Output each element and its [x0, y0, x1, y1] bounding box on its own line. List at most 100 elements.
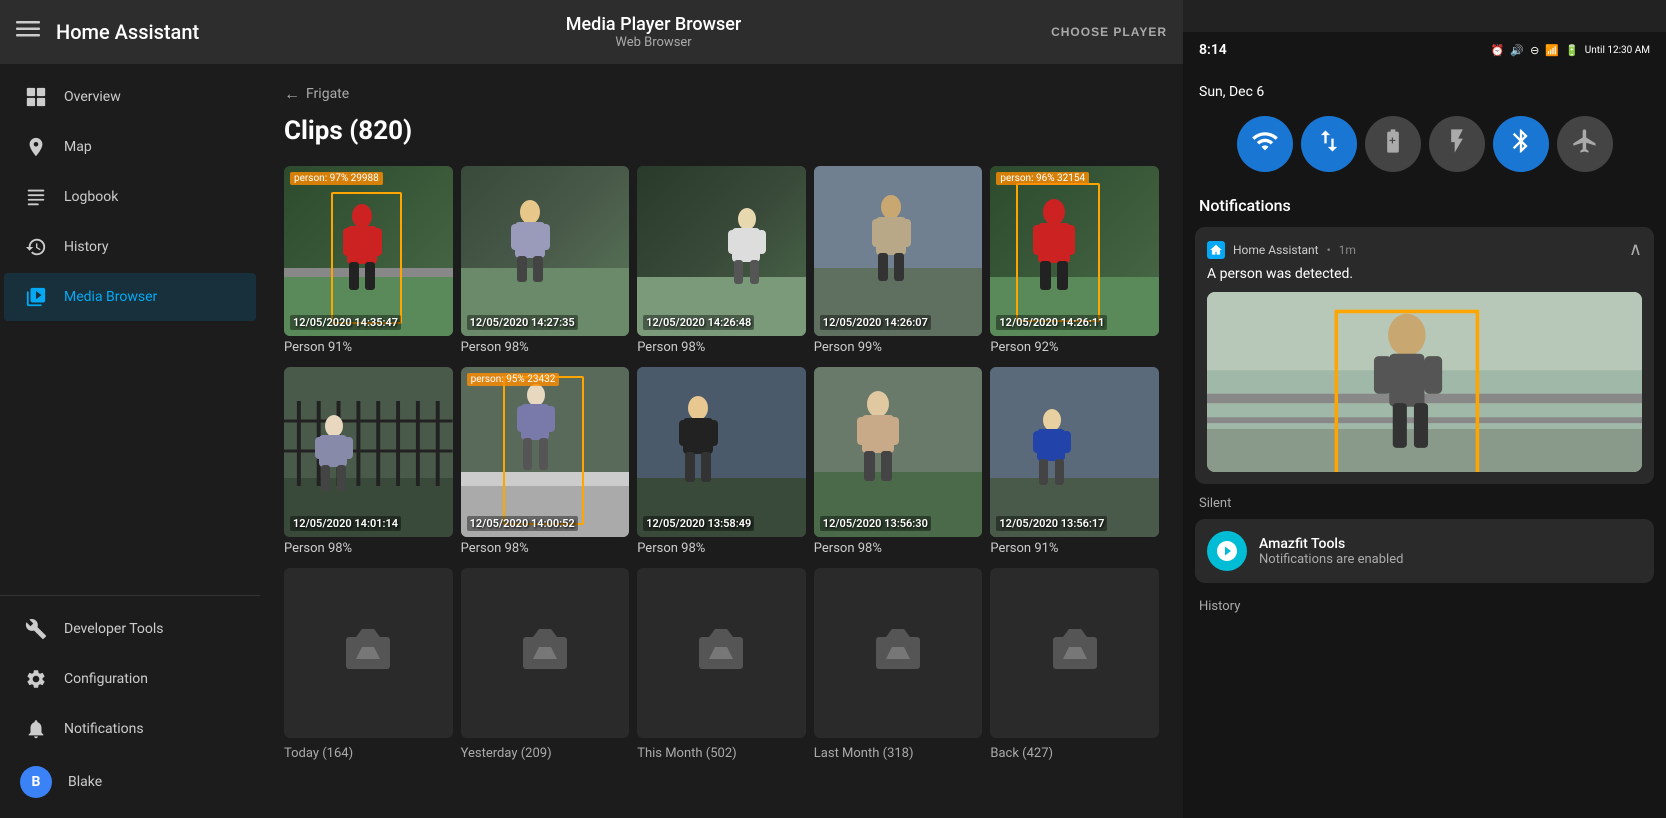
airplane-tile[interactable] — [1557, 116, 1613, 172]
page-subtitle: Web Browser — [615, 35, 691, 50]
sidebar-item-overview[interactable]: Overview — [4, 73, 256, 121]
flashlight-tile[interactable] — [1429, 116, 1485, 172]
ha-notification[interactable]: Home Assistant • 1m ∧ A person was detec… — [1195, 227, 1654, 484]
clip-item[interactable]: 12/05/2020 13:56:17 Person 91% — [990, 367, 1159, 556]
app-title: Home Assistant — [56, 20, 256, 44]
sidebar-divider — [0, 595, 260, 596]
clip-item[interactable]: 12/05/2020 13:58:49 Person 98% — [637, 367, 806, 556]
clip-thumbnail: 12/05/2020 14:26:07 — [814, 166, 983, 336]
amazfit-icon — [1207, 531, 1247, 571]
sidebar-item-logbook[interactable]: Logbook — [4, 173, 256, 221]
user-item[interactable]: B Blake — [0, 754, 260, 810]
data-tile[interactable] — [1301, 116, 1357, 172]
amazfit-subtitle: Notifications are enabled — [1259, 552, 1403, 567]
expand-icon[interactable]: ∧ — [1629, 239, 1642, 260]
clip-thumbnail: person: 96% 32154 12/05/2020 14:26:11 — [990, 166, 1159, 336]
gear-icon — [24, 667, 48, 691]
ha-app-icon — [1207, 241, 1225, 259]
clip-item[interactable]: 12/05/2020 13:56:30 Person 98% — [814, 367, 983, 556]
sidebar-item-label: Overview — [64, 89, 121, 105]
clip-label: Person 99% — [814, 340, 983, 355]
notifications-header: Notifications — [1183, 188, 1666, 223]
shade-date: Sun, Dec 6 — [1199, 84, 1264, 100]
ha-notif-image — [1207, 292, 1642, 472]
battery-saver-tile[interactable] — [1365, 116, 1421, 172]
amazfit-title: Amazfit Tools — [1259, 536, 1403, 552]
clip-label: Person 91% — [284, 340, 453, 355]
media-icon — [24, 285, 48, 309]
clip-timestamp: 12/05/2020 14:26:07 — [820, 315, 931, 330]
clips-row-1: person: 97% 29988 12/05/2020 14:35:47 Pe… — [284, 166, 1159, 355]
detection-badge: person: 95% 23432 — [467, 373, 560, 386]
notification-shade: 8:14 ⏰ 🔊 ⊖ 📶 🔋 Until 12:30 AM Sun, Dec 6 — [1183, 0, 1666, 818]
page-header-center: Media Player Browser Web Browser — [256, 14, 1051, 50]
folder-item[interactable]: Today (164) — [284, 568, 453, 761]
bluetooth-tile[interactable] — [1493, 116, 1549, 172]
choose-player-button[interactable]: CHOOSE PLAYER — [1051, 25, 1167, 39]
ha-panel: Home Assistant Media Player Browser Web … — [0, 0, 1183, 818]
sidebar-item-map[interactable]: Map — [4, 123, 256, 171]
sidebar: Overview Map — [0, 64, 260, 818]
clip-timestamp: 12/05/2020 13:56:30 — [820, 516, 931, 531]
folder-label: Back (427) — [990, 746, 1159, 761]
clip-label: Person 98% — [814, 541, 983, 556]
sidebar-item-developer-tools[interactable]: Developer Tools — [4, 605, 256, 653]
clip-item[interactable]: 12/05/2020 14:26:07 Person 99% — [814, 166, 983, 355]
clip-item[interactable]: person: 95% 23432 12/05/2020 14:00:52 Pe… — [461, 367, 630, 556]
breadcrumb-text: Frigate — [306, 86, 349, 102]
battery-icon: 🔋 — [1565, 44, 1579, 57]
status-time: 8:14 — [1199, 42, 1227, 58]
clip-thumbnail: 12/05/2020 14:01:14 — [284, 367, 453, 537]
detection-badge: person: 97% 29988 — [290, 172, 383, 185]
ha-app-name: Home Assistant — [1233, 243, 1319, 257]
menu-icon[interactable] — [16, 17, 40, 47]
ha-notif-time: 1m — [1339, 243, 1356, 257]
breadcrumb[interactable]: ← Frigate — [284, 84, 1159, 104]
folder-item[interactable]: Yesterday (209) — [461, 568, 630, 761]
history-label: History — [1183, 587, 1666, 618]
wrench-icon — [24, 617, 48, 641]
wifi-tile[interactable] — [1237, 116, 1293, 172]
amazfit-text: Amazfit Tools Notifications are enabled — [1259, 536, 1403, 567]
clip-thumbnail: 12/05/2020 14:26:48 — [637, 166, 806, 336]
map-icon — [24, 135, 48, 159]
airplane-icon — [1571, 127, 1599, 161]
clip-item[interactable]: person: 96% 32154 12/05/2020 14:26:11 Pe… — [990, 166, 1159, 355]
ha-notif-text: A person was detected. — [1207, 266, 1642, 282]
clips-title: Clips (820) — [284, 116, 1159, 146]
back-arrow-icon: ← — [284, 84, 300, 104]
clip-thumbnail: person: 97% 29988 12/05/2020 14:35:47 — [284, 166, 453, 336]
silent-label: Silent — [1183, 488, 1666, 515]
clip-timestamp: 12/05/2020 14:26:11 — [996, 315, 1107, 330]
page-title-top: Media Player Browser — [566, 14, 741, 35]
bell-icon — [24, 717, 48, 741]
clip-thumbnail: 12/05/2020 14:27:35 — [461, 166, 630, 336]
clip-item[interactable]: 12/05/2020 14:01:14 Person 98% — [284, 367, 453, 556]
folder-item[interactable]: This Month (502) — [637, 568, 806, 761]
folder-thumbnail — [284, 568, 453, 738]
sidebar-item-label: Map — [64, 139, 92, 155]
bluetooth-icon — [1507, 127, 1535, 161]
folder-thumbnail — [990, 568, 1159, 738]
main-area: Overview Map — [0, 64, 1183, 818]
folder-thumbnail — [637, 568, 806, 738]
clip-item[interactable]: 12/05/2020 14:26:48 Person 98% — [637, 166, 806, 355]
amazfit-notification[interactable]: Amazfit Tools Notifications are enabled — [1195, 519, 1654, 583]
folder-item[interactable]: Last Month (318) — [814, 568, 983, 761]
clip-label: Person 98% — [637, 541, 806, 556]
clip-timestamp: 12/05/2020 14:27:35 — [467, 315, 578, 330]
sidebar-item-history[interactable]: History — [4, 223, 256, 271]
sidebar-item-media-browser[interactable]: Media Browser — [4, 273, 256, 321]
status-bar: 8:14 ⏰ 🔊 ⊖ 📶 🔋 Until 12:30 AM — [1183, 32, 1666, 68]
clip-label: Person 98% — [284, 541, 453, 556]
folder-label: Today (164) — [284, 746, 453, 761]
alarm-icon: ⏰ — [1491, 44, 1505, 57]
clip-label: Person 91% — [990, 541, 1159, 556]
top-bar: Home Assistant Media Player Browser Web … — [0, 0, 1183, 64]
sidebar-item-notifications[interactable]: Notifications — [4, 705, 256, 753]
sidebar-item-configuration[interactable]: Configuration — [4, 655, 256, 703]
clip-timestamp: 12/05/2020 14:26:48 — [643, 315, 754, 330]
clip-item[interactable]: 12/05/2020 14:27:35 Person 98% — [461, 166, 630, 355]
clip-item[interactable]: person: 97% 29988 12/05/2020 14:35:47 Pe… — [284, 166, 453, 355]
folder-item[interactable]: Back (427) — [990, 568, 1159, 761]
